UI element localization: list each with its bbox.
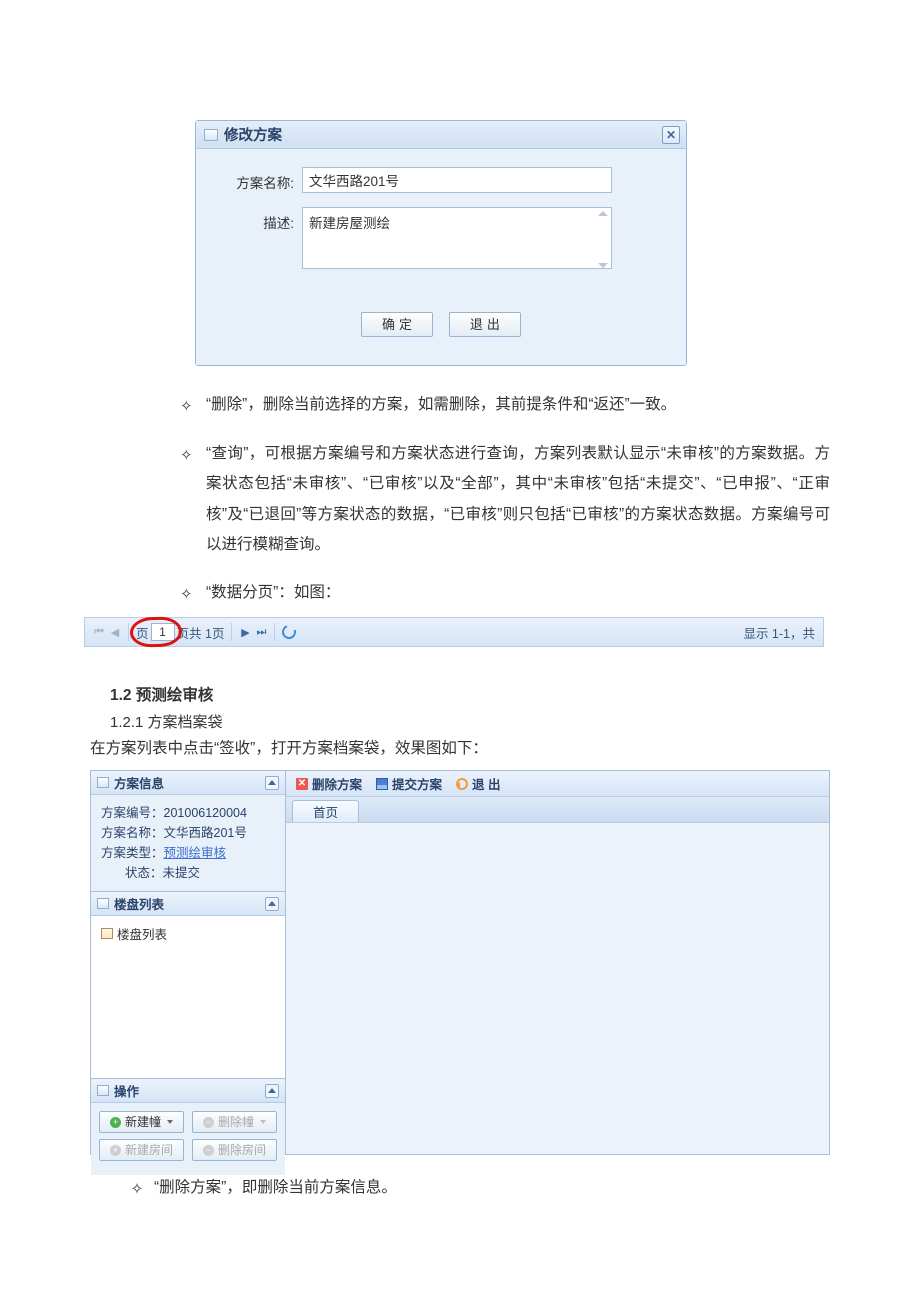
modify-plan-dialog: 修改方案 ✕ 方案名称: 描述: 确定 — [195, 120, 687, 366]
prev-page-icon[interactable]: ◀ — [109, 626, 121, 638]
new-room-button[interactable]: + 新建房间 — [99, 1139, 184, 1161]
collapse-button[interactable] — [265, 1084, 279, 1098]
delete-building-label: 删除幢 — [218, 1113, 254, 1132]
minus-icon: − — [203, 1117, 214, 1128]
doc-bullet-page: “数据分页”：如图： — [206, 578, 830, 609]
dialog-header: 修改方案 ✕ — [196, 121, 686, 149]
plan-no-value: 201006120004 — [164, 806, 247, 820]
panel-icon — [97, 777, 109, 788]
diamond-icon: ✧ — [180, 578, 206, 609]
panel-header-list: 楼盘列表 — [91, 892, 285, 916]
app-content-area — [286, 823, 829, 1154]
collapse-button[interactable] — [265, 776, 279, 790]
toolbar-submit-plan[interactable]: 提交方案 — [376, 774, 442, 793]
page-word-left: 页 — [136, 623, 149, 642]
plan-type-l: 方案类型： — [101, 846, 164, 860]
delete-building-button[interactable]: − 删除幢 — [192, 1111, 277, 1133]
toolbar-exit[interactable]: 退 出 — [456, 774, 500, 793]
plan-info-body: 方案编号：201006120004 方案名称：文华西路201号 方案类型：预测绘… — [91, 795, 285, 891]
plan-name-input[interactable] — [302, 167, 612, 193]
new-room-label: 新建房间 — [125, 1141, 173, 1160]
chevron-up-icon — [268, 780, 276, 785]
panel-title-info: 方案信息 — [114, 773, 164, 792]
app-toolbar: ✕ 删除方案 提交方案 退 出 — [286, 771, 829, 797]
plan-desc-textarea[interactable] — [302, 207, 612, 269]
panel-header-ops: 操作 — [91, 1079, 285, 1103]
next-page-icon[interactable]: ▶ — [239, 626, 251, 638]
toolbar-submit-label: 提交方案 — [392, 774, 442, 793]
plan-name-l: 方案名称： — [101, 826, 164, 840]
tree-root-item[interactable]: 楼盘列表 — [99, 922, 277, 945]
plus-icon: + — [110, 1145, 121, 1156]
heading-1-2-1: 1.2.1 方案档案袋 — [110, 711, 920, 732]
diamond-icon: ✧ — [180, 390, 206, 421]
first-page-icon[interactable]: ⏮ — [93, 626, 105, 638]
toolbar-delete-label: 删除方案 — [312, 774, 362, 793]
doc-bullet-query: “查询”，可根据方案编号和方案状态进行查询，方案列表默认显示“未审核”的方案数据… — [206, 439, 830, 560]
chevron-up-icon — [268, 901, 276, 906]
window-icon — [204, 129, 218, 141]
pagination-bar: ⏮ ◀ 页 页共 1页 ▶ ⏭ 显示 1-1，共 — [84, 617, 824, 647]
back-icon — [456, 778, 468, 790]
new-building-label: 新建幢 — [125, 1113, 161, 1132]
plan-file-bag-app: 方案信息 方案编号：201006120004 方案名称：文华西路201号 方案类… — [90, 770, 830, 1155]
heading-1-2: 1.2 预测绘审核 — [110, 683, 920, 705]
doc-bullet-delete: “删除”，删除当前选择的方案，如需删除，其前提条件和“返还”一致。 — [206, 390, 830, 421]
page-number-input[interactable] — [151, 623, 175, 641]
page-range-text: 显示 1-1，共 — [743, 623, 815, 642]
plan-type-link[interactable]: 预测绘审核 — [164, 846, 227, 860]
dialog-title: 修改方案 — [224, 124, 282, 145]
section-lead-text: 在方案列表中点击“签收”，打开方案档案袋，效果图如下： — [90, 736, 920, 758]
plan-status-v: 未提交 — [163, 866, 201, 880]
diamond-icon: ✧ — [180, 439, 206, 560]
tab-home[interactable]: 首页 — [292, 800, 359, 822]
scroll-down-icon — [598, 263, 608, 268]
panel-icon — [97, 1085, 109, 1096]
folder-icon — [101, 928, 113, 939]
panel-title-ops: 操作 — [114, 1081, 139, 1100]
doc-bullet-delete-plan: “删除方案”，即删除当前方案信息。 — [154, 1173, 397, 1204]
dialog-body: 方案名称: 描述: 确定 退出 — [196, 149, 686, 365]
delete-room-button[interactable]: − 删除房间 — [192, 1139, 277, 1161]
toolbar-exit-label: 退 出 — [472, 774, 500, 793]
dropdown-caret-icon — [167, 1120, 173, 1124]
save-icon — [376, 778, 388, 790]
plus-icon: + — [110, 1117, 121, 1128]
plan-name-v: 文华西路201号 — [164, 826, 247, 840]
new-building-button[interactable]: + 新建幢 — [99, 1111, 184, 1133]
last-page-icon[interactable]: ⏭ — [255, 626, 267, 638]
app-tabs: 首页 — [286, 797, 829, 823]
panel-header-info: 方案信息 — [91, 771, 285, 795]
diamond-icon: ✧ — [120, 1173, 154, 1204]
dialog-close-button[interactable]: ✕ — [662, 126, 680, 144]
panel-icon — [97, 898, 109, 909]
plan-name-label: 方案名称: — [214, 167, 302, 192]
plan-status-l: 状态： — [125, 866, 163, 880]
collapse-button[interactable] — [265, 897, 279, 911]
building-tree: 楼盘列表 — [91, 916, 285, 1078]
chevron-up-icon — [268, 1088, 276, 1093]
x-icon: ✕ — [296, 778, 308, 790]
panel-title-list: 楼盘列表 — [114, 894, 164, 913]
tree-root-label: 楼盘列表 — [117, 924, 167, 943]
toolbar-delete-plan[interactable]: ✕ 删除方案 — [296, 774, 362, 793]
tab-home-label: 首页 — [313, 802, 338, 821]
page-total-text: 页共 1页 — [177, 623, 225, 642]
dropdown-caret-icon — [260, 1120, 266, 1124]
scroll-up-icon — [598, 211, 608, 216]
exit-button[interactable]: 退出 — [449, 312, 521, 337]
minus-icon: − — [203, 1145, 214, 1156]
plan-desc-label: 描述: — [214, 207, 302, 232]
plan-no-label: 方案编号： — [101, 806, 164, 820]
delete-room-label: 删除房间 — [218, 1141, 266, 1160]
refresh-icon[interactable] — [280, 623, 299, 642]
ok-button[interactable]: 确定 — [361, 312, 433, 337]
